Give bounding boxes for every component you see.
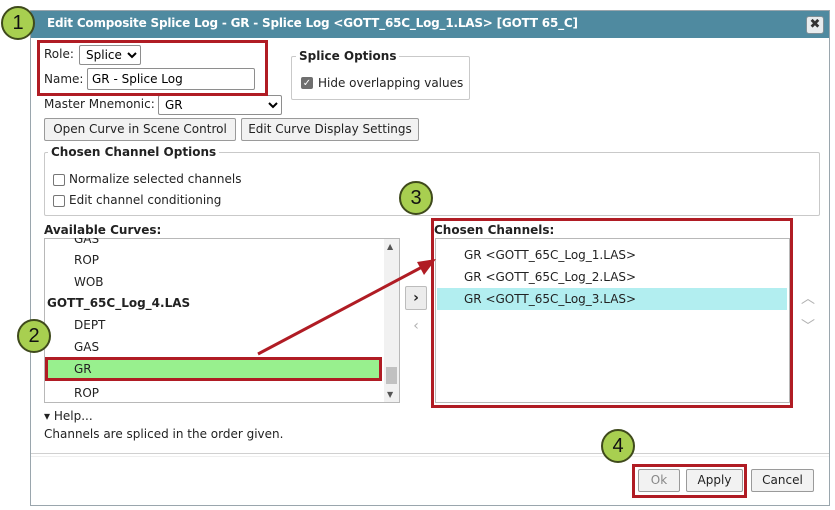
drag-arrow-icon (257, 259, 436, 356)
callout-1-icon: 1 (1, 6, 35, 40)
callout-2-icon: 2 (17, 319, 51, 353)
callout-3-icon: 3 (399, 181, 433, 215)
callout-4-icon: 4 (601, 429, 635, 463)
